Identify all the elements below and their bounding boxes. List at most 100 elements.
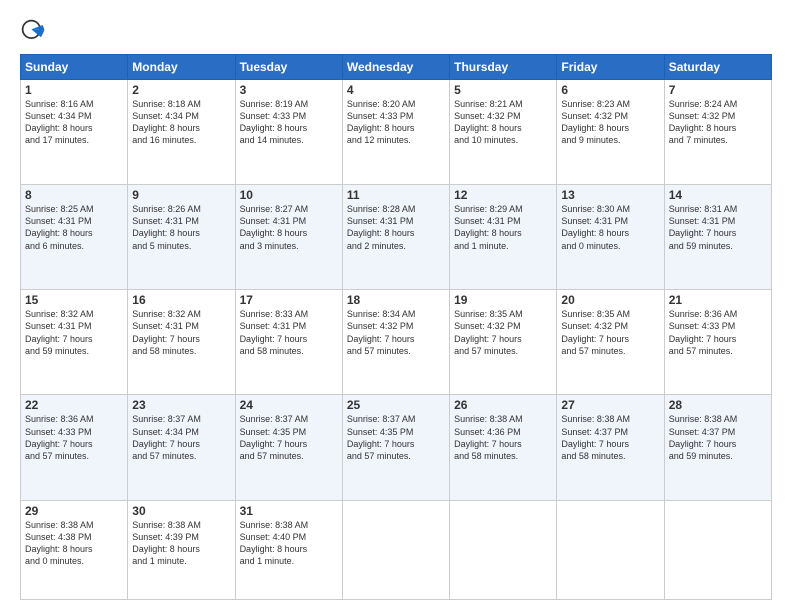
- day-number: 1: [25, 83, 123, 97]
- cell-info: Sunrise: 8:38 AMSunset: 4:39 PMDaylight:…: [132, 519, 230, 568]
- cell-info: Sunrise: 8:23 AMSunset: 4:32 PMDaylight:…: [561, 98, 659, 147]
- day-number: 13: [561, 188, 659, 202]
- cell-info: Sunrise: 8:21 AMSunset: 4:32 PMDaylight:…: [454, 98, 552, 147]
- weekday-header-thursday: Thursday: [450, 55, 557, 80]
- calendar-cell: 7Sunrise: 8:24 AMSunset: 4:32 PMDaylight…: [664, 80, 771, 185]
- calendar-cell: 22Sunrise: 8:36 AMSunset: 4:33 PMDayligh…: [21, 395, 128, 500]
- calendar-cell: 27Sunrise: 8:38 AMSunset: 4:37 PMDayligh…: [557, 395, 664, 500]
- cell-info: Sunrise: 8:38 AMSunset: 4:38 PMDaylight:…: [25, 519, 123, 568]
- day-number: 18: [347, 293, 445, 307]
- cell-info: Sunrise: 8:38 AMSunset: 4:37 PMDaylight:…: [669, 413, 767, 462]
- day-number: 3: [240, 83, 338, 97]
- calendar-cell: 5Sunrise: 8:21 AMSunset: 4:32 PMDaylight…: [450, 80, 557, 185]
- weekday-header-sunday: Sunday: [21, 55, 128, 80]
- calendar-cell: 17Sunrise: 8:33 AMSunset: 4:31 PMDayligh…: [235, 290, 342, 395]
- day-number: 25: [347, 398, 445, 412]
- logo: [20, 18, 52, 46]
- calendar-week-row: 15Sunrise: 8:32 AMSunset: 4:31 PMDayligh…: [21, 290, 772, 395]
- weekday-header-row: SundayMondayTuesdayWednesdayThursdayFrid…: [21, 55, 772, 80]
- calendar-cell: 28Sunrise: 8:38 AMSunset: 4:37 PMDayligh…: [664, 395, 771, 500]
- cell-info: Sunrise: 8:38 AMSunset: 4:37 PMDaylight:…: [561, 413, 659, 462]
- calendar-cell: 11Sunrise: 8:28 AMSunset: 4:31 PMDayligh…: [342, 185, 449, 290]
- cell-info: Sunrise: 8:36 AMSunset: 4:33 PMDaylight:…: [669, 308, 767, 357]
- weekday-header-friday: Friday: [557, 55, 664, 80]
- cell-info: Sunrise: 8:38 AMSunset: 4:40 PMDaylight:…: [240, 519, 338, 568]
- day-number: 16: [132, 293, 230, 307]
- cell-info: Sunrise: 8:29 AMSunset: 4:31 PMDaylight:…: [454, 203, 552, 252]
- calendar-cell: 6Sunrise: 8:23 AMSunset: 4:32 PMDaylight…: [557, 80, 664, 185]
- weekday-header-saturday: Saturday: [664, 55, 771, 80]
- cell-info: Sunrise: 8:36 AMSunset: 4:33 PMDaylight:…: [25, 413, 123, 462]
- cell-info: Sunrise: 8:34 AMSunset: 4:32 PMDaylight:…: [347, 308, 445, 357]
- calendar-week-row: 1Sunrise: 8:16 AMSunset: 4:34 PMDaylight…: [21, 80, 772, 185]
- day-number: 29: [25, 504, 123, 518]
- calendar-week-row: 22Sunrise: 8:36 AMSunset: 4:33 PMDayligh…: [21, 395, 772, 500]
- calendar-cell: 18Sunrise: 8:34 AMSunset: 4:32 PMDayligh…: [342, 290, 449, 395]
- calendar-cell: 4Sunrise: 8:20 AMSunset: 4:33 PMDaylight…: [342, 80, 449, 185]
- day-number: 7: [669, 83, 767, 97]
- weekday-header-tuesday: Tuesday: [235, 55, 342, 80]
- day-number: 11: [347, 188, 445, 202]
- day-number: 14: [669, 188, 767, 202]
- cell-info: Sunrise: 8:33 AMSunset: 4:31 PMDaylight:…: [240, 308, 338, 357]
- calendar-cell: 1Sunrise: 8:16 AMSunset: 4:34 PMDaylight…: [21, 80, 128, 185]
- cell-info: Sunrise: 8:24 AMSunset: 4:32 PMDaylight:…: [669, 98, 767, 147]
- cell-info: Sunrise: 8:28 AMSunset: 4:31 PMDaylight:…: [347, 203, 445, 252]
- logo-icon: [20, 18, 48, 46]
- cell-info: Sunrise: 8:32 AMSunset: 4:31 PMDaylight:…: [25, 308, 123, 357]
- day-number: 24: [240, 398, 338, 412]
- calendar-cell: 9Sunrise: 8:26 AMSunset: 4:31 PMDaylight…: [128, 185, 235, 290]
- calendar-week-row: 8Sunrise: 8:25 AMSunset: 4:31 PMDaylight…: [21, 185, 772, 290]
- calendar-cell: 20Sunrise: 8:35 AMSunset: 4:32 PMDayligh…: [557, 290, 664, 395]
- calendar-cell: 19Sunrise: 8:35 AMSunset: 4:32 PMDayligh…: [450, 290, 557, 395]
- calendar-cell: 16Sunrise: 8:32 AMSunset: 4:31 PMDayligh…: [128, 290, 235, 395]
- day-number: 17: [240, 293, 338, 307]
- calendar-cell: 3Sunrise: 8:19 AMSunset: 4:33 PMDaylight…: [235, 80, 342, 185]
- day-number: 23: [132, 398, 230, 412]
- calendar-cell: 29Sunrise: 8:38 AMSunset: 4:38 PMDayligh…: [21, 500, 128, 599]
- day-number: 10: [240, 188, 338, 202]
- day-number: 28: [669, 398, 767, 412]
- cell-info: Sunrise: 8:37 AMSunset: 4:35 PMDaylight:…: [347, 413, 445, 462]
- day-number: 4: [347, 83, 445, 97]
- calendar-cell: 13Sunrise: 8:30 AMSunset: 4:31 PMDayligh…: [557, 185, 664, 290]
- day-number: 8: [25, 188, 123, 202]
- cell-info: Sunrise: 8:20 AMSunset: 4:33 PMDaylight:…: [347, 98, 445, 147]
- day-number: 27: [561, 398, 659, 412]
- day-number: 20: [561, 293, 659, 307]
- calendar-cell: 10Sunrise: 8:27 AMSunset: 4:31 PMDayligh…: [235, 185, 342, 290]
- cell-info: Sunrise: 8:37 AMSunset: 4:35 PMDaylight:…: [240, 413, 338, 462]
- calendar-cell: [557, 500, 664, 599]
- calendar-cell: 31Sunrise: 8:38 AMSunset: 4:40 PMDayligh…: [235, 500, 342, 599]
- calendar-cell: [450, 500, 557, 599]
- day-number: 2: [132, 83, 230, 97]
- day-number: 21: [669, 293, 767, 307]
- day-number: 22: [25, 398, 123, 412]
- cell-info: Sunrise: 8:27 AMSunset: 4:31 PMDaylight:…: [240, 203, 338, 252]
- cell-info: Sunrise: 8:25 AMSunset: 4:31 PMDaylight:…: [25, 203, 123, 252]
- day-number: 31: [240, 504, 338, 518]
- day-number: 9: [132, 188, 230, 202]
- calendar-cell: 24Sunrise: 8:37 AMSunset: 4:35 PMDayligh…: [235, 395, 342, 500]
- calendar-cell: 26Sunrise: 8:38 AMSunset: 4:36 PMDayligh…: [450, 395, 557, 500]
- cell-info: Sunrise: 8:16 AMSunset: 4:34 PMDaylight:…: [25, 98, 123, 147]
- calendar-cell: 25Sunrise: 8:37 AMSunset: 4:35 PMDayligh…: [342, 395, 449, 500]
- day-number: 12: [454, 188, 552, 202]
- calendar-cell: 12Sunrise: 8:29 AMSunset: 4:31 PMDayligh…: [450, 185, 557, 290]
- calendar-cell: 23Sunrise: 8:37 AMSunset: 4:34 PMDayligh…: [128, 395, 235, 500]
- calendar-cell: 2Sunrise: 8:18 AMSunset: 4:34 PMDaylight…: [128, 80, 235, 185]
- calendar-cell: 8Sunrise: 8:25 AMSunset: 4:31 PMDaylight…: [21, 185, 128, 290]
- day-number: 19: [454, 293, 552, 307]
- cell-info: Sunrise: 8:18 AMSunset: 4:34 PMDaylight:…: [132, 98, 230, 147]
- calendar-cell: 21Sunrise: 8:36 AMSunset: 4:33 PMDayligh…: [664, 290, 771, 395]
- day-number: 5: [454, 83, 552, 97]
- header: [20, 18, 772, 46]
- calendar-cell: 15Sunrise: 8:32 AMSunset: 4:31 PMDayligh…: [21, 290, 128, 395]
- calendar-table: SundayMondayTuesdayWednesdayThursdayFrid…: [20, 54, 772, 600]
- cell-info: Sunrise: 8:35 AMSunset: 4:32 PMDaylight:…: [561, 308, 659, 357]
- cell-info: Sunrise: 8:26 AMSunset: 4:31 PMDaylight:…: [132, 203, 230, 252]
- weekday-header-wednesday: Wednesday: [342, 55, 449, 80]
- calendar-week-row: 29Sunrise: 8:38 AMSunset: 4:38 PMDayligh…: [21, 500, 772, 599]
- cell-info: Sunrise: 8:37 AMSunset: 4:34 PMDaylight:…: [132, 413, 230, 462]
- cell-info: Sunrise: 8:30 AMSunset: 4:31 PMDaylight:…: [561, 203, 659, 252]
